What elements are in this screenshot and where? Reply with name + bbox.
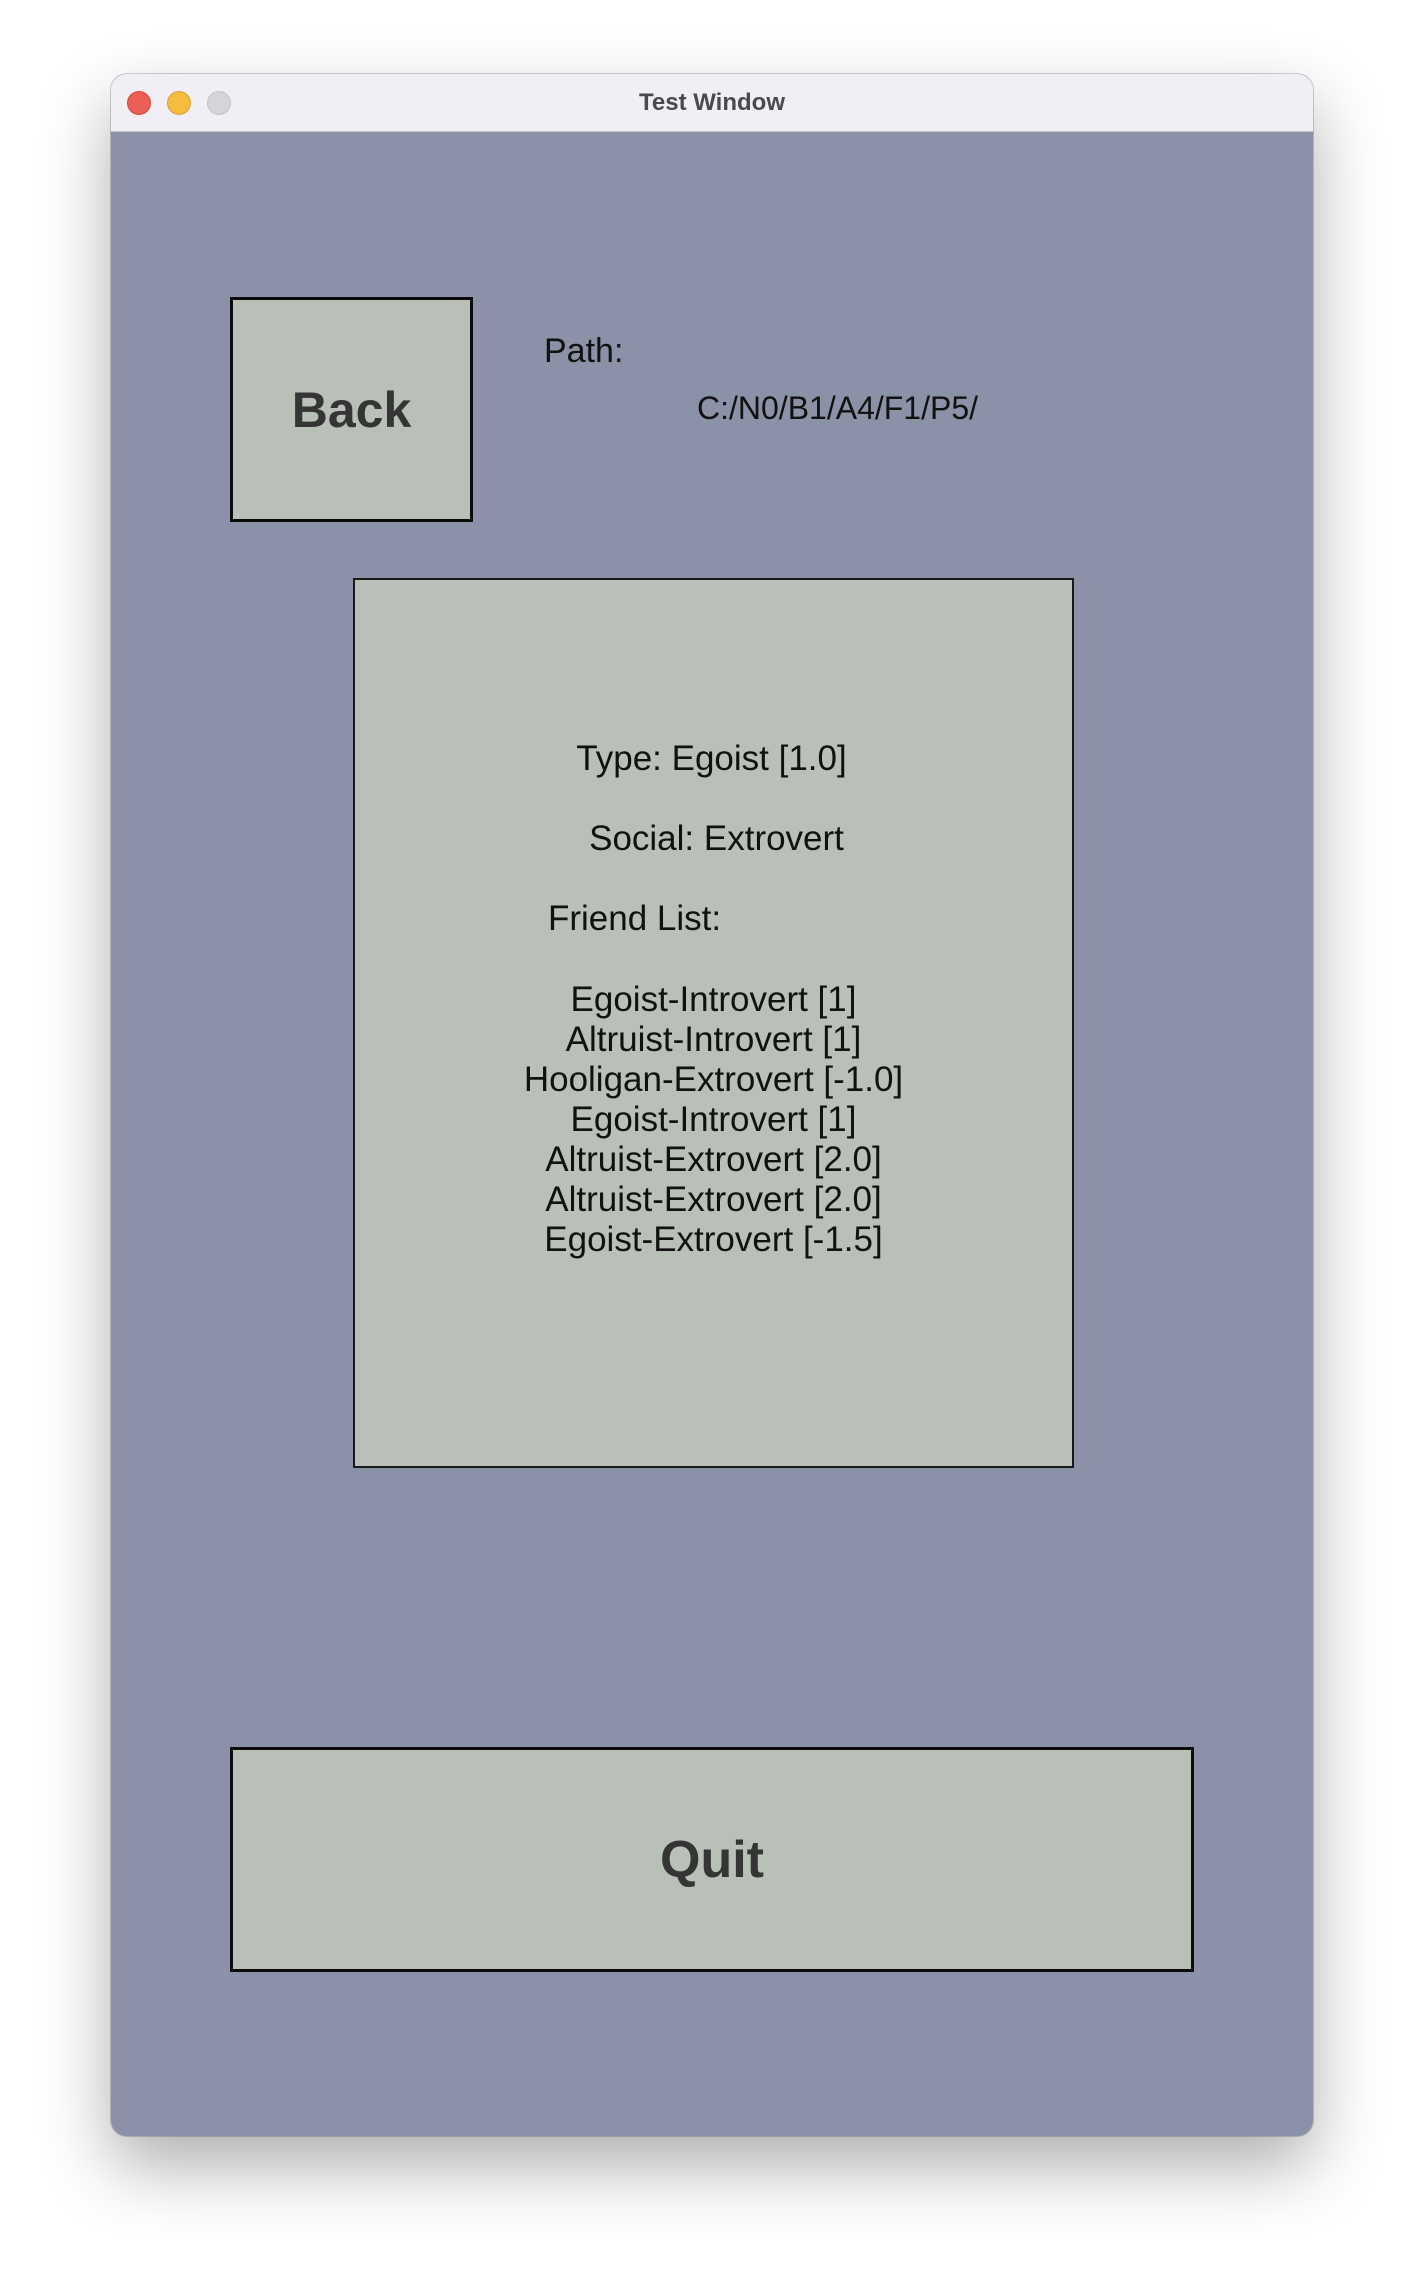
back-button[interactable]: Back [230,297,473,522]
social-text: Social: Extrovert [589,819,844,858]
friend-list-item: Hooligan-Extrovert [-1.0] [523,1060,904,1099]
friend-list-item: Altruist-Extrovert [2.0] [545,1180,882,1219]
friend-list: Egoist-Introvert [1] Altruist-Introvert … [355,980,1072,1260]
agent-info-panel: Type: Egoist [1.0] Social: Extrovert Fri… [353,578,1074,1468]
friend-list-item: Egoist-Extrovert [-1.5] [544,1220,883,1259]
window-content: Back Path: C:/N0/B1/A4/F1/P5/ Type: Egoi… [111,132,1313,2136]
window-title: Test Window [639,89,785,116]
friend-list-item: Altruist-Extrovert [2.0] [545,1140,882,1179]
quit-button[interactable]: Quit [230,1747,1194,1972]
friend-list-item: Egoist-Introvert [1] [570,980,857,1019]
friend-list-item: Egoist-Introvert [1] [570,1100,857,1139]
friend-list-item: Altruist-Introvert [1] [565,1020,862,1059]
friend-list-label: Friend List: [548,899,722,938]
app-window: Test Window Back Path: C:/N0/B1/A4/F1/P5… [111,74,1313,2136]
path-value: C:/N0/B1/A4/F1/P5/ [697,390,979,426]
title-bar[interactable]: Test Window [111,74,1313,132]
path-label: Path: [544,332,624,370]
type-text: Type: Egoist [1.0] [576,739,847,778]
